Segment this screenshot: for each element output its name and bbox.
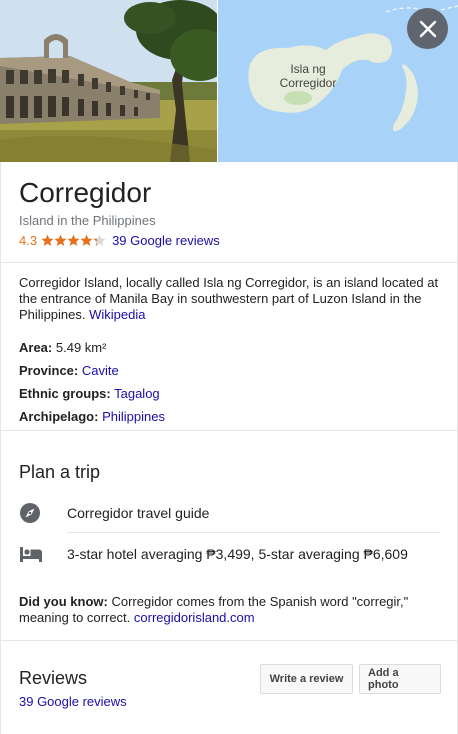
hero-images: Isla ng Corregidor — [0, 0, 458, 162]
fact-label: Province: — [19, 363, 79, 378]
archipelago-link[interactable]: Philippines — [102, 409, 165, 424]
travel-guide-item[interactable]: Corregidor travel guide — [19, 493, 440, 533]
fact-ethnic-groups: Ethnic groups: Tagalog — [19, 382, 165, 405]
divider — [1, 640, 457, 641]
reviews-count-link[interactable]: 39 Google reviews — [112, 233, 220, 248]
did-you-know: Did you know: Corregidor comes from the … — [19, 594, 439, 626]
hotels-item[interactable]: 3-star hotel averaging ₱3,499, 5-star av… — [19, 534, 440, 574]
star-icon — [41, 234, 54, 246]
knowledge-panel: Corregidor Island in the Philippines 4.3… — [0, 162, 458, 734]
rating-row: 4.3 39 Google reviews — [19, 233, 220, 248]
hotel-bed-icon — [19, 545, 67, 563]
add-photo-button[interactable]: Add a photo — [359, 664, 441, 694]
place-photo[interactable] — [0, 0, 217, 162]
reviews-heading: Reviews — [19, 668, 88, 688]
fact-label: Ethnic groups: — [19, 386, 111, 401]
fact-label: Area: — [19, 340, 53, 355]
reviews-link[interactable]: 39 Google reviews — [19, 694, 127, 709]
facts-list: Area: 5.49 km² Province: Cavite Ethnic g… — [19, 336, 165, 428]
star-icon — [93, 234, 106, 246]
place-subtitle: Island in the Philippines — [19, 213, 156, 228]
description: Corregidor Island, locally called Isla n… — [19, 275, 439, 323]
divider — [1, 430, 457, 431]
divider — [1, 262, 457, 263]
ethnic-groups-link[interactable]: Tagalog — [114, 386, 160, 401]
travel-guide-label: Corregidor travel guide — [67, 505, 210, 521]
ruins-illustration — [0, 0, 217, 162]
compass-icon — [19, 502, 67, 524]
close-button[interactable] — [407, 8, 448, 49]
source-link[interactable]: corregidorisland.com — [134, 610, 255, 625]
star-rating — [41, 234, 106, 247]
fact-area: Area: 5.49 km² — [19, 336, 165, 359]
page-title: Corregidor — [19, 177, 152, 208]
description-text: Corregidor Island, locally called Isla n… — [19, 275, 439, 322]
hotels-label: 3-star hotel averaging ₱3,499, 5-star av… — [67, 546, 408, 562]
star-icon — [80, 234, 93, 246]
divider — [67, 532, 440, 533]
write-review-button[interactable]: Write a review — [260, 664, 353, 694]
did-you-know-label: Did you know: — [19, 594, 108, 609]
wikipedia-link[interactable]: Wikipedia — [89, 307, 145, 322]
fact-province: Province: Cavite — [19, 359, 165, 382]
plan-trip-heading: Plan a trip — [19, 462, 101, 482]
fact-value: 5.49 km² — [55, 340, 107, 355]
province-link[interactable]: Cavite — [82, 363, 119, 378]
fact-archipelago: Archipelago: Philippines — [19, 405, 165, 428]
rating-value: 4.3 — [19, 233, 38, 248]
close-icon — [419, 20, 436, 37]
map-island-label: Isla ng Corregidor — [279, 62, 337, 90]
star-icon — [54, 234, 67, 246]
fact-label: Archipelago: — [19, 409, 99, 424]
star-icon — [67, 234, 80, 246]
